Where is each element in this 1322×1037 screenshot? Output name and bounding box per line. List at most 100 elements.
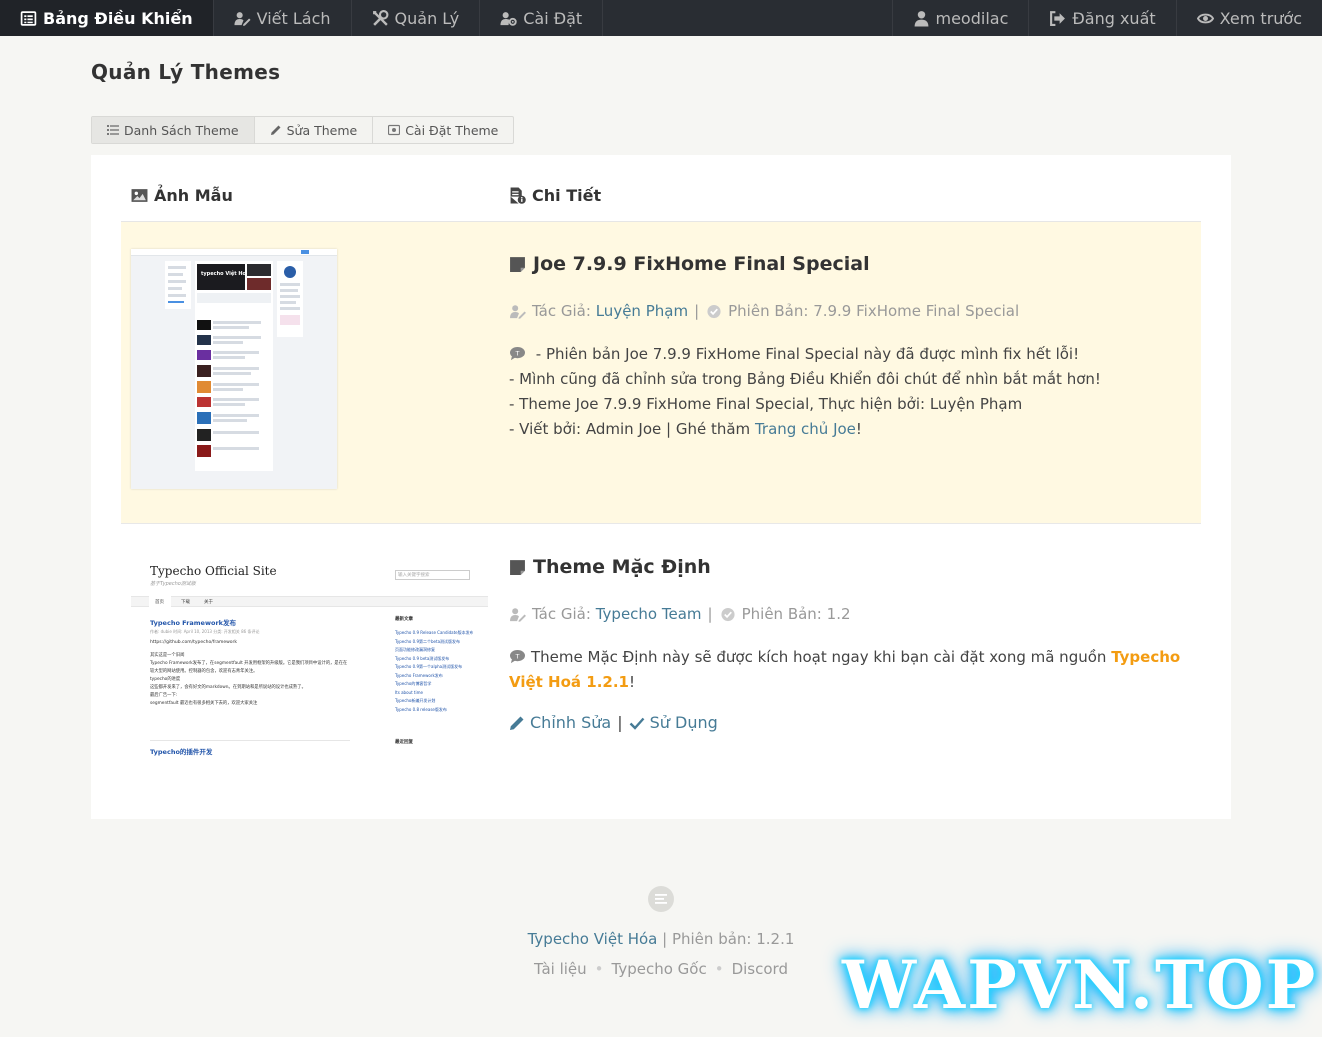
- dashboard-icon: [20, 10, 37, 26]
- typecho-version-link[interactable]: Việt Hoá 1.2.1: [509, 673, 629, 691]
- thumb-post-link: https://github.com/typecho/framework: [150, 640, 238, 645]
- thumb-sidebar-link: Typecho 0.9第二个beta测试版发布: [395, 638, 461, 644]
- version-label: Phiên Bản:: [728, 302, 809, 320]
- thumb-sidebar-link: Typecho 0.9 beta测试版发布: [395, 655, 450, 661]
- separator-dot: •: [594, 960, 604, 978]
- theme-tabs: Danh Sách Theme Sửa Theme Cài Đặt Theme: [91, 116, 515, 144]
- check-icon: [629, 717, 645, 730]
- edit-theme-link[interactable]: Chỉnh Sửa: [530, 713, 611, 732]
- nav-preview[interactable]: Xem trước: [1175, 0, 1322, 36]
- thumb-menu-item: 首页: [155, 600, 164, 605]
- nav-logout[interactable]: Đăng xuất: [1028, 0, 1175, 36]
- footer-link-original[interactable]: Typecho Gốc: [612, 960, 707, 978]
- desc-line: - Mình cũng đã chỉnh sửa trong Bảng Điều…: [509, 370, 1101, 388]
- theme-meta-default: Tác Giả: Typecho Team | Phiên Bản: 1.2: [509, 605, 851, 623]
- thumb-menu-item: 关于: [204, 600, 213, 605]
- theme-name-default: Theme Mặc Định: [509, 556, 711, 578]
- thumb-sidebar-link: Typecho新编开发计划: [395, 698, 436, 703]
- thumb-post-line: 其实这是一个旧闻: [150, 653, 185, 658]
- thumb-search-placeholder: 输入关键字搜索: [398, 573, 430, 578]
- thumb-post-line: 较大型的网站使用。控制器的包含，欢迎有志青年关注。: [150, 669, 258, 674]
- top-navbar: Bảng Điều Khiển Viết Lách Quản Lý Cài Đặ…: [0, 0, 1322, 36]
- nav-dashboard[interactable]: Bảng Điều Khiển: [0, 0, 214, 36]
- user-edit-icon: [234, 11, 251, 26]
- thumb-sidebar-link: Its about time: [395, 689, 423, 695]
- page-title: Quản Lý Themes: [91, 60, 281, 84]
- tab-theme-settings[interactable]: Cài Đặt Theme: [373, 117, 513, 143]
- comment-icon: T: [510, 346, 525, 361]
- column-header-label: Ảnh Mẫu: [154, 186, 233, 205]
- sticky-note-icon: [510, 256, 525, 272]
- separator: |: [694, 302, 700, 320]
- theme-description-joe: T - Phiên bản Joe 7.9.9 FixHome Final Sp…: [509, 342, 1101, 442]
- thumb-post-line: typecho的进度: [150, 677, 181, 682]
- nav-user[interactable]: meodilac: [891, 0, 1029, 36]
- desc-text: - Phiên bản Joe 7.9.9 FixHome Final Spec…: [535, 345, 1080, 363]
- thumb-sidebar-links: Typecho 0.9 Release Candidate版本发布 Typech…: [395, 629, 473, 714]
- thumb-sidebar-link: 页面功能修改漏洞修复: [395, 647, 435, 652]
- file-info-icon: [510, 187, 526, 204]
- comment-icon: T: [510, 649, 525, 664]
- separator: |: [617, 713, 623, 732]
- nav-label: Bảng Điều Khiển: [43, 8, 193, 28]
- tab-label: Sửa Theme: [286, 122, 358, 138]
- nav-write[interactable]: Viết Lách: [214, 0, 352, 36]
- version-value: 7.9.9 FixHome Final Special: [813, 302, 1020, 320]
- user-edit-icon: [510, 304, 526, 319]
- version-label: Phiên Bản:: [741, 605, 822, 623]
- footer-link-discord[interactable]: Discord: [732, 960, 788, 978]
- nav-settings[interactable]: Cài Đặt: [480, 0, 604, 36]
- desc-text: - Viết bởi: Admin Joe | Ghé thăm: [509, 420, 755, 438]
- tools-icon: [372, 9, 388, 26]
- tab-theme-list[interactable]: Danh Sách Theme: [92, 117, 255, 143]
- pencil-icon: [270, 125, 281, 135]
- author-link[interactable]: Typecho Team: [596, 605, 702, 623]
- user-cog-icon: [500, 11, 517, 26]
- thumb-sidebar-link: Typecho 0.9第一个alpha测试版发布: [395, 664, 463, 669]
- nav-label: Cài Đặt: [523, 8, 583, 28]
- tab-edit-theme[interactable]: Sửa Theme: [255, 117, 374, 143]
- nav-label: meodilac: [935, 8, 1009, 28]
- desc-line: - Theme Joe 7.9.9 FixHome Final Special,…: [509, 395, 1023, 413]
- thumb-post-line: 这些都开发来了，会有好文的markdown。在到期站和是所说站的设计也成熟了。: [150, 685, 306, 690]
- author-link[interactable]: Luyện Phạm: [596, 302, 688, 320]
- watermark-text: WAPVN.TOP: [842, 946, 1318, 1024]
- footer-brand-link[interactable]: Typecho Việt Hóa: [528, 930, 658, 948]
- thumb-site-subtitle: 基于Typecho测试版: [150, 581, 196, 587]
- sign-out-icon: [1050, 10, 1066, 26]
- theme-meta-joe: Tác Giả: Luyện Phạm | Phiên Bản: 7.9.9 F…: [509, 302, 1019, 320]
- pencil-icon: [510, 716, 524, 730]
- thumb-sidebar-link: Typecho的博客哲学: [395, 681, 432, 686]
- nav-label: Quản Lý: [394, 8, 460, 28]
- theme-screenshot-joe: typecho Việt Hoá: [131, 249, 337, 489]
- author-label: Tác Giả:: [532, 302, 591, 320]
- thumb-sidebar-link: Typecho 0.8 release版发布: [395, 706, 447, 712]
- desc-line: - Viết bởi: Admin Joe | Ghé thăm Trang c…: [509, 417, 1101, 442]
- separator: |: [707, 605, 713, 623]
- eye-icon: [1196, 13, 1214, 23]
- sticky-note-icon: [510, 559, 525, 575]
- list-icon: [107, 125, 119, 135]
- column-header-label: Chi Tiết: [532, 186, 602, 205]
- typecho-link[interactable]: Typecho: [1111, 648, 1180, 666]
- nav-label: Viết Lách: [256, 8, 331, 28]
- thumb-sidebar-title-2: 最近回复: [395, 740, 413, 745]
- check-badge-icon: [721, 607, 735, 621]
- user-edit-icon: [510, 607, 526, 622]
- thumb-post-title: Typecho Framework发布: [150, 619, 236, 627]
- user-icon: [914, 10, 928, 26]
- desc-text: !: [628, 673, 635, 691]
- version-value: 1.2: [826, 605, 851, 623]
- nav-label: Xem trước: [1219, 8, 1302, 28]
- nav-manage[interactable]: Quản Lý: [352, 0, 481, 36]
- thumb-post-line: segmentfault 最近也有很多相关下去的，欢迎大家关注: [150, 701, 258, 706]
- author-label: Tác Giả:: [532, 605, 591, 623]
- typecho-logo-icon: [648, 886, 674, 912]
- tab-label: Cài Đặt Theme: [405, 122, 499, 138]
- theme-description-default: T Theme Mặc Định này sẽ được kích hoạt ng…: [509, 645, 1199, 695]
- joe-homepage-link[interactable]: Trang chủ Joe: [755, 420, 856, 438]
- footer-link-docs[interactable]: Tài liệu: [534, 960, 587, 978]
- nav-right: meodilac Đăng xuất Xem trước: [891, 0, 1322, 36]
- use-theme-link[interactable]: Sử Dụng: [650, 713, 718, 732]
- column-header-detail: Chi Tiết: [509, 186, 601, 205]
